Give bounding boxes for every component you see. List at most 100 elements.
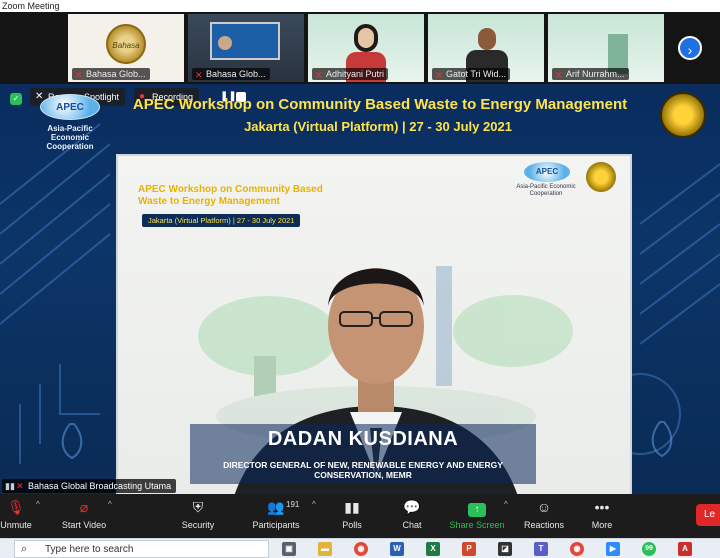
shield-icon: ⛨ <box>192 499 204 515</box>
apec-logo-oval: APEC <box>40 94 100 120</box>
participants-label: Participants <box>252 520 300 530</box>
participant-tile[interactable]: ✕ Arif Nurrahm... <box>548 14 664 82</box>
participant-tile[interactable]: ✕ Bahasa Glob... <box>188 14 304 82</box>
app-icon[interactable]: ◪ <box>498 542 512 556</box>
start-video-label: Start Video <box>61 520 107 530</box>
start-video-button[interactable]: ⌀ Start Video <box>58 494 110 538</box>
taskbar-search[interactable]: ⌕ Type here to search <box>14 540 269 558</box>
file-explorer-icon[interactable]: ▬ <box>318 542 332 556</box>
speaker-name: DADAN KUSDIANA <box>267 428 459 450</box>
apec-caption: Asia-Pacific Economic Cooperation <box>46 124 94 151</box>
chat-icon: 💬 <box>403 499 421 515</box>
slide-apec-logo: APEC <box>524 162 570 182</box>
slide-title-line1: APEC Workshop on Community Based <box>138 184 323 195</box>
participant-tile[interactable]: ✕ Gatot Tri Wid... <box>428 14 544 82</box>
participant-name-bar: ✕ Bahasa Glob... <box>192 68 270 80</box>
slide-title: APEC Workshop on Community Based Waste to… <box>138 184 323 208</box>
whatsapp-icon[interactable]: 99 <box>642 542 656 556</box>
participants-options-caret[interactable]: ^ <box>312 500 316 509</box>
participant-name: Bahasa Glob... <box>86 69 146 79</box>
video-off-icon: ⌀ <box>79 499 89 515</box>
meeting-toolbar: 🎙 Unmute ^ ⌀ Start Video ^ ⛨ Security 👥 Part… <box>0 494 720 538</box>
person-head <box>218 36 232 50</box>
polls-icon: ▮▮ <box>344 499 360 515</box>
participants-count: 191 <box>286 500 300 509</box>
security-shield-icon: ✓ <box>10 93 22 105</box>
chrome-icon-2[interactable]: ◉ <box>570 542 584 556</box>
unmute-options-caret[interactable]: ^ <box>36 500 40 509</box>
participant-name-bar: ✕ Gatot Tri Wid... <box>432 68 511 80</box>
slide-subtitle: Jakarta (Virtual Platform) | 27 - 30 Jul… <box>142 214 301 227</box>
more-icon: ••• <box>594 499 610 515</box>
speaker-name-plate: DADAN KUSDIANA DIRECTOR GENERAL OF NEW, … <box>190 424 536 484</box>
chat-label: Chat <box>402 520 422 530</box>
participant-tile[interactable]: ✕ Adhityani Putri <box>308 14 424 82</box>
mic-muted-icon: ✕ <box>435 70 443 80</box>
workshop-subtitle: Jakarta (Virtual Platform) | 27 - 30 Jul… <box>244 119 512 134</box>
share-screen-label: Share Screen <box>449 520 505 530</box>
word-icon[interactable]: W <box>390 542 404 556</box>
person-head <box>358 28 374 48</box>
mic-muted-icon: ✕ <box>75 70 83 80</box>
reactions-label: Reactions <box>523 520 565 530</box>
participant-name-bar: ✕ Arif Nurrahm... <box>552 68 629 80</box>
zoom-icon[interactable]: ▶ <box>606 542 620 556</box>
reactions-button[interactable]: ☺ Reactions <box>520 494 568 538</box>
signal-icon: ▮▮ <box>5 481 15 491</box>
mic-muted-icon: 🎙 <box>7 499 25 515</box>
slide-apec-logo-text: APEC <box>535 167 559 176</box>
participant-name: Gatot Tri Wid... <box>446 69 507 79</box>
security-label: Security <box>181 520 215 530</box>
search-placeholder: Type here to search <box>45 544 134 555</box>
windows-taskbar: ⌕ Type here to search ▣ ▬ ◉ W X P ◪ T ◉ … <box>0 538 720 558</box>
bahasa-logo: Bahasa <box>106 24 146 64</box>
next-page-button[interactable]: › <box>678 36 702 60</box>
self-view-label: Bahasa Global Broadcasting Utama <box>28 481 172 491</box>
ministry-emblem <box>660 92 706 138</box>
slide-ministry-emblem <box>586 162 616 192</box>
teams-icon[interactable]: T <box>534 542 548 556</box>
polls-button[interactable]: ▮▮ Polls <box>334 494 370 538</box>
polls-label: Polls <box>342 520 362 530</box>
self-view-name: ▮▮ ✕ Bahasa Global Broadcasting Utama <box>2 479 177 493</box>
excel-icon[interactable]: X <box>426 542 440 556</box>
participant-name: Arif Nurrahm... <box>566 69 625 79</box>
participant-name-bar: ✕ Bahasa Glob... <box>72 68 150 80</box>
share-screen-icon: ↑ <box>448 494 506 518</box>
pdf-icon[interactable]: A <box>678 542 692 556</box>
slide-apec-caption: Asia-Pacific Economic Cooperation <box>516 184 576 197</box>
powerpoint-icon[interactable]: P <box>462 542 476 556</box>
more-button[interactable]: ••• More <box>584 494 620 538</box>
share-options-caret[interactable]: ^ <box>504 500 508 509</box>
slide-title-line2: Waste to Energy Management <box>138 196 280 207</box>
apec-logo: APEC Asia-Pacific Economic Cooperation <box>30 92 110 151</box>
reactions-icon: ☺ <box>536 499 552 515</box>
mic-muted-icon: ✕ <box>555 70 563 80</box>
participant-name-bar: ✕ Adhityani Putri <box>312 68 389 80</box>
share-screen-button[interactable]: ↑ Share Screen <box>448 494 506 538</box>
window-title: Zoom Meeting <box>0 0 720 12</box>
task-view-icon[interactable]: ▣ <box>282 542 296 556</box>
chrome-icon[interactable]: ◉ <box>354 542 368 556</box>
person-head <box>478 28 496 50</box>
speaker-role: DIRECTOR GENERAL OF NEW, RENEWABLE ENERG… <box>223 460 503 480</box>
security-button[interactable]: ⛨ Security <box>176 494 220 538</box>
mic-muted-icon: ✕ <box>195 70 203 80</box>
chat-button[interactable]: 💬 Chat <box>392 494 432 538</box>
workshop-title: APEC Workshop on Community Based Waste t… <box>132 96 628 113</box>
zoom-window: Zoom Meeting Bahasa ✕ Bahasa Glob... ✕ Bah… <box>0 0 720 558</box>
unmute-label: Unmute <box>0 520 32 530</box>
apec-logo-text: APEC <box>56 102 84 113</box>
mic-muted-icon: ✕ <box>16 481 24 491</box>
participant-strip: Bahasa ✕ Bahasa Glob... ✕ Bahasa Glob... ✕… <box>0 12 720 84</box>
participant-tile[interactable]: Bahasa ✕ Bahasa Glob... <box>68 14 184 82</box>
more-label: More <box>591 520 613 530</box>
video-options-caret[interactable]: ^ <box>108 500 112 509</box>
mic-muted-icon: ✕ <box>315 70 323 80</box>
speaker-stage: ✓ ✕Remove Spotlight ●Recording ❚❚ APEC A… <box>0 84 720 494</box>
leave-button[interactable]: Le <box>696 504 720 526</box>
unmute-button[interactable]: 🎙 Unmute <box>0 494 36 538</box>
participant-name: Bahasa Glob... <box>206 69 266 79</box>
chevron-right-icon: › <box>687 42 693 58</box>
participant-name: Adhityani Putri <box>326 69 385 79</box>
